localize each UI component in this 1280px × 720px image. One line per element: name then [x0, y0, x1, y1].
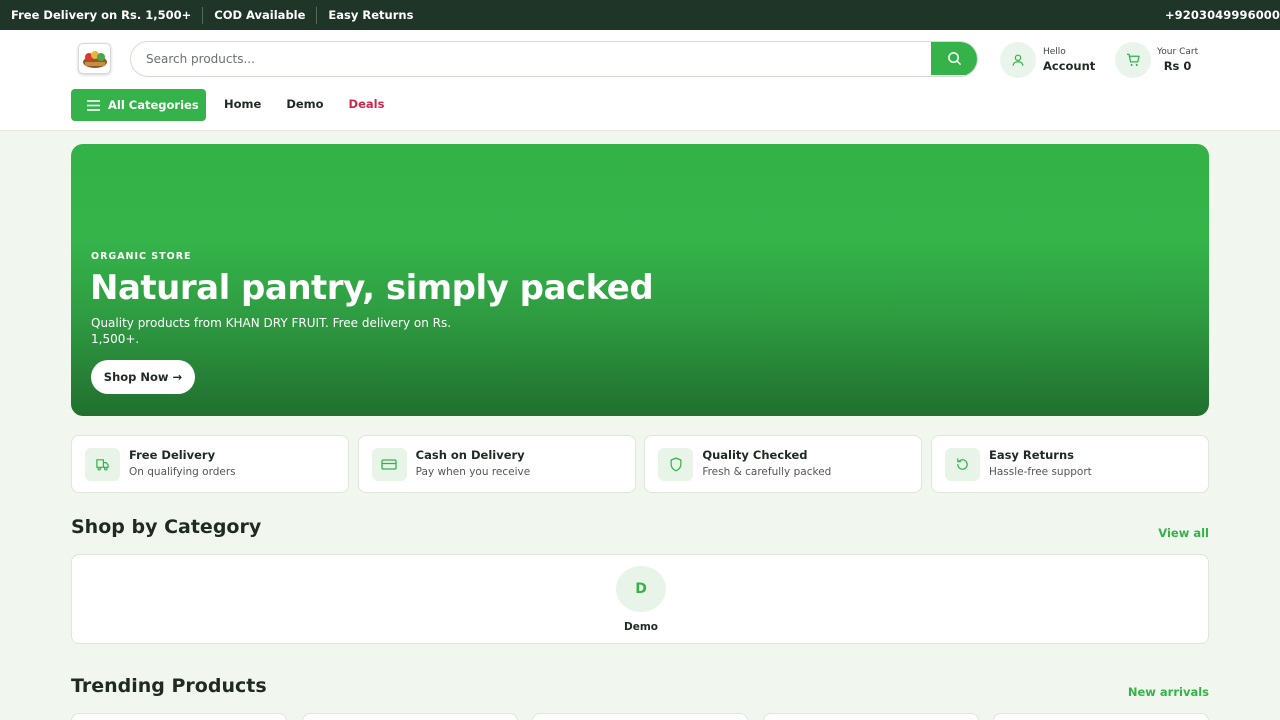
main-nav: Home Demo Deals: [224, 97, 409, 111]
nav-demo[interactable]: Demo: [286, 97, 323, 111]
menu-icon: [87, 99, 100, 111]
product-card[interactable]: [762, 713, 979, 720]
rotate-icon: [957, 458, 968, 470]
nav-deals[interactable]: Deals: [349, 97, 385, 111]
cart-label: Your Cart: [1157, 47, 1199, 57]
category-initial: D: [616, 566, 666, 612]
product-card[interactable]: [532, 713, 748, 720]
search-button[interactable]: [931, 42, 977, 75]
account-icon-wrap: [1000, 42, 1036, 78]
site-header: Hello Account Your Cart Rs 0 All Categor…: [0, 30, 1280, 131]
feature-card-free-delivery: Free Delivery On qualifying orders: [71, 435, 349, 493]
product-card[interactable]: [301, 713, 518, 720]
announcement-free-delivery: Free Delivery on Rs. 1,500+: [11, 8, 192, 22]
announcement-bar: Free Delivery on Rs. 1,500+ COD Availabl…: [0, 0, 1280, 30]
cart-icon-wrap: [1115, 42, 1151, 78]
feature-subtitle: Fresh & carefully packed: [702, 466, 832, 478]
account-greeting: Hello: [1043, 47, 1066, 57]
feature-card-quality: Quality Checked Fresh & carefully packed: [644, 435, 923, 493]
feature-title: Easy Returns: [988, 448, 1074, 462]
cart-link[interactable]: Your Cart Rs 0: [1115, 42, 1198, 78]
shop-now-button[interactable]: Shop Now →: [91, 360, 195, 394]
product-grid: [71, 713, 1209, 720]
user-icon: [1012, 54, 1024, 66]
feature-subtitle: On qualifying orders: [129, 466, 236, 478]
category-section-title: Shop by Category: [71, 516, 262, 538]
shield-icon: [670, 457, 682, 472]
all-categories-label: All Categories: [108, 98, 199, 112]
search-bar: [130, 41, 978, 77]
card-icon: [381, 459, 397, 470]
account-label: Account: [1043, 59, 1096, 73]
account-link[interactable]: Hello Account: [1000, 42, 1095, 78]
search-input[interactable]: [131, 42, 931, 75]
product-card[interactable]: [993, 713, 1209, 720]
nav-home[interactable]: Home: [224, 97, 261, 111]
announcement-items: Free Delivery on Rs. 1,500+ COD Availabl…: [11, 6, 414, 24]
hero-title: Natural pantry, simply packed: [90, 268, 654, 308]
hero-banner: ORGANIC STORE Natural pantry, simply pac…: [71, 144, 1209, 416]
announcement-cod: COD Available: [214, 8, 306, 22]
announcement-returns: Easy Returns: [328, 8, 414, 22]
divider: [202, 6, 204, 24]
category-label: Demo: [624, 621, 658, 633]
new-arrivals-link[interactable]: New arrivals: [1128, 685, 1209, 699]
feature-title: Free Delivery: [129, 448, 216, 462]
hero-eyebrow: ORGANIC STORE: [91, 251, 192, 262]
feature-card-returns: Easy Returns Hassle-free support: [930, 435, 1209, 493]
view-all-link[interactable]: View all: [1158, 526, 1209, 540]
hero-subtitle: Quality products from KHAN DRY FRUIT. Fr…: [91, 316, 452, 346]
search-icon: [947, 52, 961, 65]
feature-strip: Free Delivery On qualifying orders Cash …: [71, 435, 1209, 493]
divider: [316, 6, 318, 24]
cart-icon: [1126, 53, 1140, 66]
all-categories-button[interactable]: All Categories: [71, 89, 206, 121]
feature-subtitle: Pay when you receive: [415, 466, 531, 478]
phone-number[interactable]: +9203049996000: [1165, 8, 1280, 22]
product-card[interactable]: [71, 713, 287, 720]
truck-icon: [96, 459, 109, 471]
feature-title: Quality Checked: [702, 448, 808, 462]
feature-title: Cash on Delivery: [415, 448, 525, 462]
category-list: D Demo: [71, 554, 1209, 644]
feature-card-cod: Cash on Delivery Pay when you receive: [357, 435, 636, 493]
trending-section-title: Trending Products: [71, 675, 267, 697]
feature-subtitle: Hassle-free support: [988, 466, 1092, 478]
category-item-demo[interactable]: D Demo: [614, 566, 668, 633]
logo-image: [82, 50, 107, 68]
cart-total: Rs 0: [1163, 59, 1192, 73]
store-logo[interactable]: [78, 43, 111, 74]
